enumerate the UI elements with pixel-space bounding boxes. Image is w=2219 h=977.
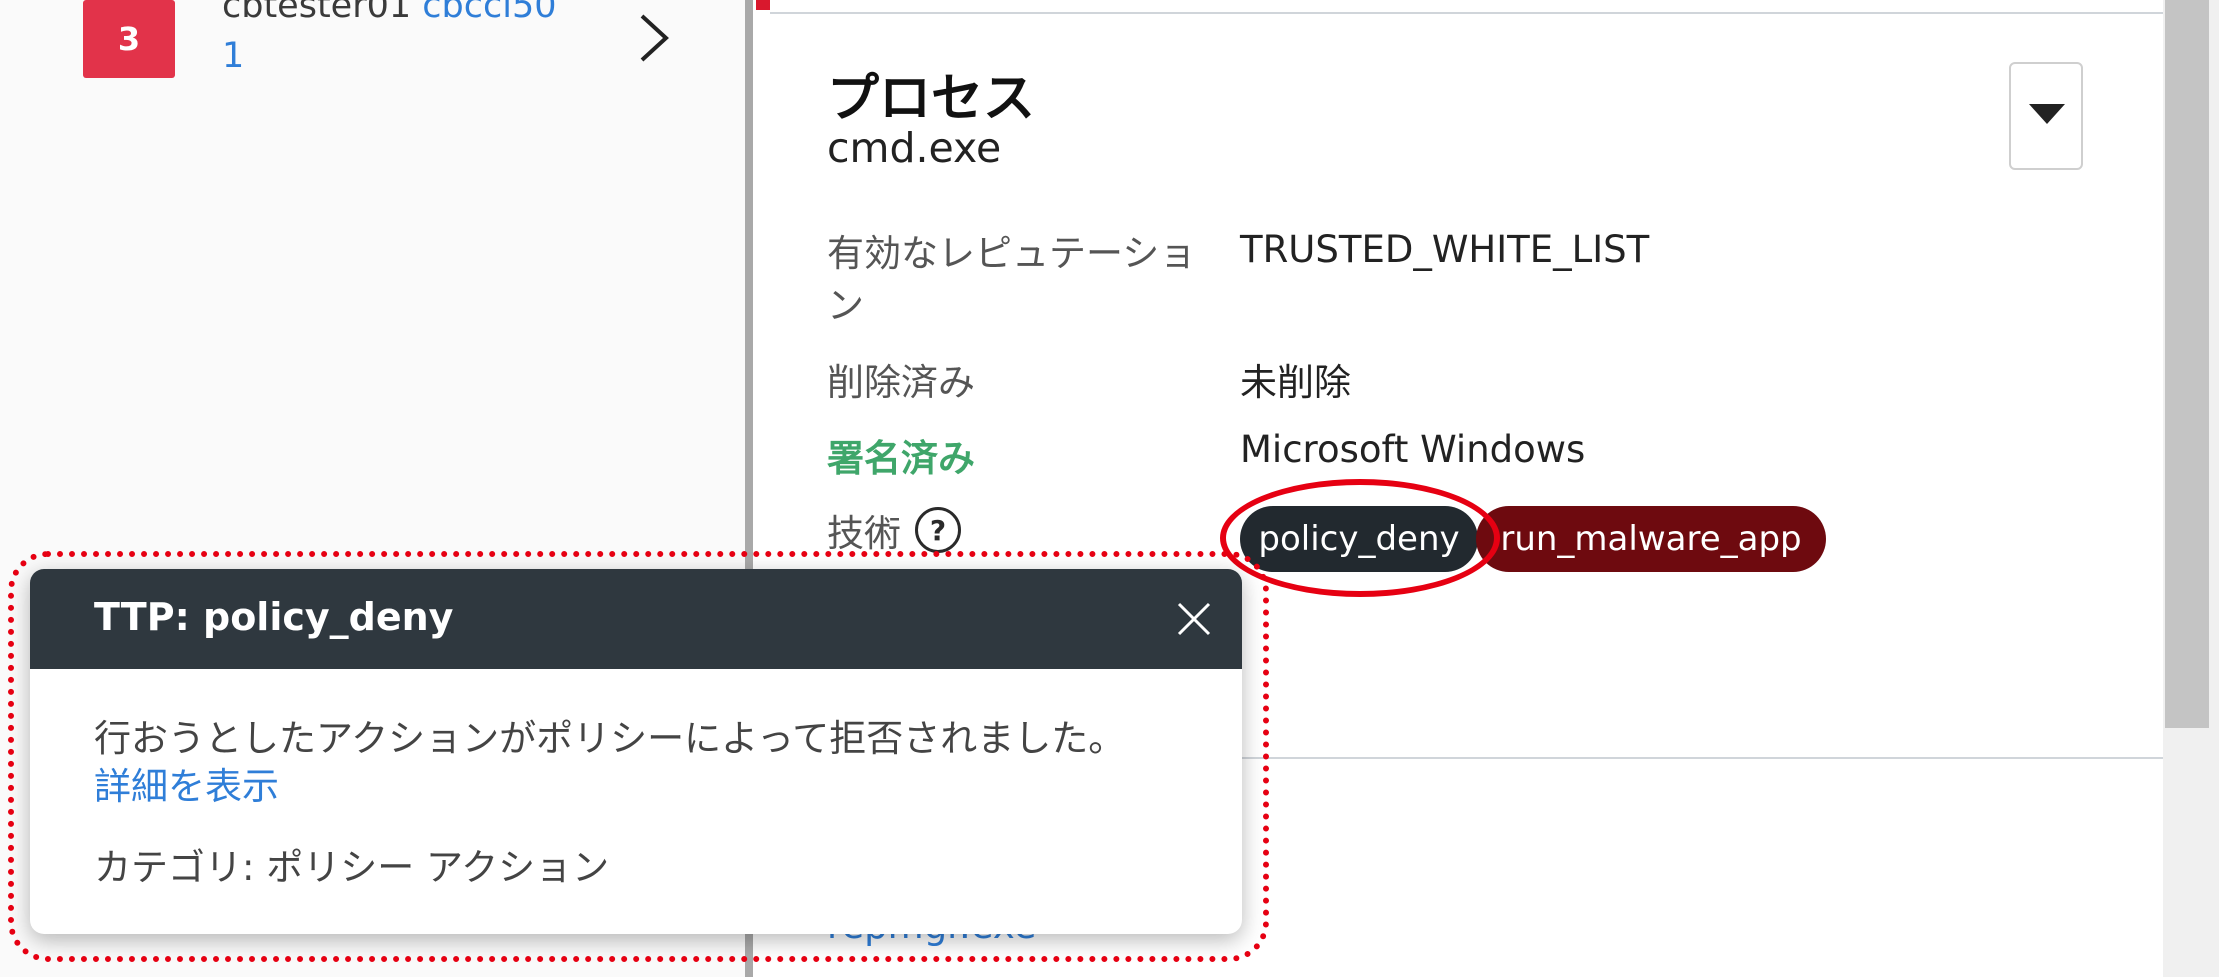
technique-label-row: 技術 ? xyxy=(827,503,961,557)
signed-label: 署名済み xyxy=(827,437,975,480)
deleted-value: 未削除 xyxy=(1240,361,1351,404)
question-circle-icon[interactable]: ? xyxy=(915,507,961,553)
signed-value: Microsoft Windows xyxy=(1240,428,1586,471)
section-title: プロセス xyxy=(827,69,1036,129)
selection-marker xyxy=(756,0,770,10)
severity-badge: 3 xyxy=(83,0,175,78)
device-name: cbtester01 cbcci50 xyxy=(222,0,557,26)
reputation-value: TRUSTED_WHITE_LIST xyxy=(1240,228,1650,271)
ttp-tag-run-malware-app[interactable]: run_malware_app xyxy=(1476,506,1826,572)
process-name: cmd.exe xyxy=(827,124,1002,172)
device-link-continued[interactable]: 1 xyxy=(222,36,244,76)
reputation-label: 有効なレピュテーション xyxy=(827,232,1197,327)
scrollbar-thumb[interactable] xyxy=(2165,0,2209,728)
device-link[interactable]: cbcci50 xyxy=(422,0,556,26)
process-dropdown-button[interactable] xyxy=(2009,62,2083,170)
chevron-right-icon[interactable] xyxy=(636,12,672,64)
technique-label: 技術 xyxy=(827,512,901,555)
device-name-prefix: cbtester01 xyxy=(222,0,412,26)
annotation-dotted-outline xyxy=(8,551,1269,962)
deleted-label: 削除済み xyxy=(827,361,975,404)
caret-down-icon xyxy=(2029,104,2065,124)
divider xyxy=(770,12,2163,14)
